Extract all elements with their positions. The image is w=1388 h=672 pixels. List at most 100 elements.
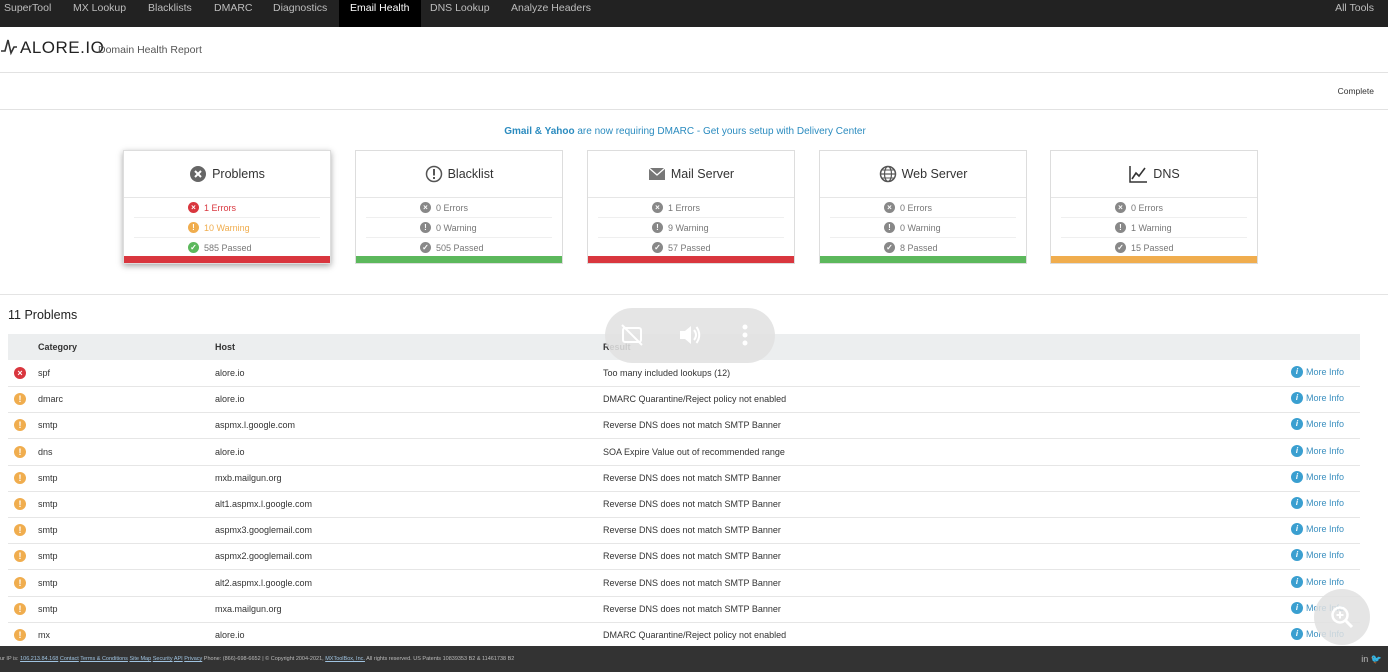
logo-text[interactable]: ALORE.IO [20, 38, 104, 58]
footer-ip[interactable]: 106.213.84.168 [20, 656, 58, 662]
footer-link-api[interactable]: API [174, 656, 183, 662]
table-row[interactable]: ! smtp aspmx2.googlemail.com Reverse DNS do… [8, 543, 1360, 571]
table-row[interactable]: ! smtp mxb.mailgun.org Reverse DNS does not… [8, 465, 1360, 492]
more-info-link[interactable]: iMore Info [1291, 392, 1345, 405]
video-controls-overlay [605, 308, 775, 363]
more-info-label: More Info [1306, 576, 1345, 587]
no-caption-icon[interactable] [619, 322, 645, 348]
cell-category: smtp [38, 525, 58, 536]
card-warnings: 10 Warning [204, 222, 250, 233]
info-icon: i [1291, 366, 1303, 378]
info-icon: i [1291, 523, 1303, 536]
more-info-label: More Info [1306, 393, 1345, 404]
card-warnings: 1 Warning [1131, 222, 1172, 233]
error-icon: × [884, 202, 895, 213]
more-info-link[interactable]: iMore Info [1291, 444, 1344, 457]
report-subtitle: Domain Health Report [98, 44, 202, 56]
table-row[interactable]: × spf alore.io Too many included lookups (1… [8, 360, 1360, 387]
card-mail-server[interactable]: Mail Server × 1 Errors ! 9 Warning ✓ 57 Pas… [587, 150, 795, 264]
error-icon: × [188, 202, 199, 213]
card-dns[interactable]: DNS × 0 Errors ! 1 Warning ✓ 15 Passed [1050, 150, 1258, 264]
footer-link-contact[interactable]: Contact [60, 656, 79, 662]
footer-text: ur IP is: 106.213.84.168 Contact Terms &… [0, 656, 515, 662]
nav-item-email-health[interactable]: Email Health [339, 0, 421, 27]
card-passed: 15 Passed [1131, 242, 1174, 253]
twitter-icon[interactable]: 🐦 [1371, 654, 1382, 664]
linkedin-icon[interactable]: in [1361, 654, 1368, 664]
more-vert-icon[interactable] [741, 322, 749, 348]
more-info-link[interactable]: iMore Info [1291, 418, 1345, 431]
table-row[interactable]: ! smtp alt1.aspmx.l.google.com Reverse DNS … [8, 491, 1360, 518]
nav-item-supertool[interactable]: SuperTool [0, 0, 62, 27]
cell-result: DMARC Quarantine/Reject policy not enabl… [603, 630, 787, 640]
table-row[interactable]: ! dns alore.io SOA Expire Value out of reco… [8, 439, 1360, 466]
col-category[interactable]: Category [38, 342, 77, 352]
cell-category: mx [38, 630, 50, 640]
nav-item-blacklists[interactable]: Blacklists [137, 0, 203, 27]
cell-host: aspmx.l.google.com [215, 420, 296, 431]
table-row[interactable]: ! dmarc alore.io DMARC Quarantine/Reject po… [8, 386, 1360, 414]
cell-host: alore.io [215, 394, 245, 405]
logo-bar [0, 27, 1388, 73]
card-web-server[interactable]: Web Server × 0 Errors ! 0 Warning ✓ 8 Passe… [819, 150, 1027, 264]
nav-item-diagnostics[interactable]: Diagnostics [262, 0, 338, 27]
cell-result: Reverse DNS does not match SMTP Banner [603, 525, 781, 536]
volume-icon[interactable] [677, 322, 703, 348]
cell-category: dns [38, 446, 53, 457]
footer-company[interactable]: MXToolBox, Inc. [325, 656, 365, 662]
footer-link-privacy[interactable]: Privacy [184, 656, 202, 662]
nav-item-mx-lookup[interactable]: MX Lookup [62, 0, 137, 27]
more-info-link[interactable]: iMore Info [1291, 523, 1344, 536]
card-passed: 505 Passed [436, 242, 484, 253]
table-row[interactable]: ! smtp aspmx3.googlemail.com Reverse DNS do… [8, 517, 1360, 545]
table-row[interactable]: ! smtp aspmx.l.google.com Reverse DNS does … [8, 412, 1360, 440]
nav-item-dmarc[interactable]: DMARC [203, 0, 264, 27]
cell-category: smtp [38, 551, 58, 562]
col-host[interactable]: Host [215, 342, 235, 352]
card-passed: 585 Passed [204, 242, 252, 253]
more-info-link[interactable]: iMore Info [1291, 366, 1344, 378]
warning-icon: ! [14, 445, 26, 458]
error-icon: × [1115, 202, 1126, 213]
social-icons[interactable]: in 🐦 [1361, 654, 1382, 665]
footer-copyright: © Copyright 2004-2021, [265, 656, 326, 662]
info-icon: i [1291, 392, 1303, 405]
table-row[interactable]: ! smtp alt2.aspmx.l.google.com Reverse DNS … [8, 570, 1360, 597]
card-passed: 8 Passed [900, 242, 938, 253]
cell-result: Reverse DNS does not match SMTP Banner [603, 499, 781, 509]
footer-link-terms[interactable]: Terms & Conditions [80, 656, 128, 662]
footer-link-sitemap[interactable]: Site Map [129, 656, 151, 662]
dmarc-announcement[interactable]: Gmail & Yahoo are now requiring DMARC - … [0, 126, 1370, 137]
cell-category: smtp [38, 577, 58, 588]
warning-icon: ! [14, 550, 26, 563]
check-icon: ✓ [188, 242, 199, 253]
warning-icon: ! [14, 393, 26, 406]
cell-category: smtp [38, 603, 58, 614]
table-row[interactable]: ! mx alore.io DMARC Quarantine/Reject polic… [8, 622, 1360, 649]
cell-category: spf [38, 368, 51, 378]
more-info-link[interactable]: iMore Info [1291, 470, 1344, 483]
card-status-bar [588, 256, 794, 263]
nav-item-dns-lookup[interactable]: DNS Lookup [419, 0, 501, 27]
table-row[interactable]: ! smtp mxa.mailgun.org Reverse DNS does not… [8, 596, 1360, 623]
more-info-link[interactable]: iMore Info [1291, 497, 1344, 509]
cell-result: SOA Expire Value out of recommended rang… [603, 446, 785, 457]
warning-icon: ! [420, 222, 431, 233]
all-tools-link[interactable]: All Tools [1335, 0, 1374, 17]
zoom-button[interactable] [1314, 589, 1370, 645]
card-passed: 57 Passed [668, 242, 711, 253]
footer-link-security[interactable]: Security [153, 656, 173, 662]
cell-result: Too many included lookups (12) [603, 368, 731, 378]
warning-icon: ! [188, 222, 199, 233]
nav-item-analyze-headers[interactable]: Analyze Headers [500, 0, 602, 27]
cell-result: Reverse DNS does not match SMTP Banner [603, 472, 781, 483]
warning-icon: ! [884, 222, 895, 233]
more-info-link[interactable]: iMore Info [1291, 575, 1345, 588]
more-info-link[interactable]: iMore Info [1291, 549, 1344, 562]
zoom-in-icon [1331, 606, 1354, 629]
more-info-label: More Info [1306, 419, 1345, 430]
card-blacklist[interactable]: Blacklist × 0 Errors ! 0 Warning ✓ 505 Pass… [355, 150, 563, 264]
cell-host: aspmx3.googlemail.com [215, 525, 313, 536]
card-problems[interactable]: Problems × 1 Errors ! 10 Warning ✓ 585 Pass… [123, 150, 331, 264]
check-icon: ✓ [420, 242, 431, 253]
